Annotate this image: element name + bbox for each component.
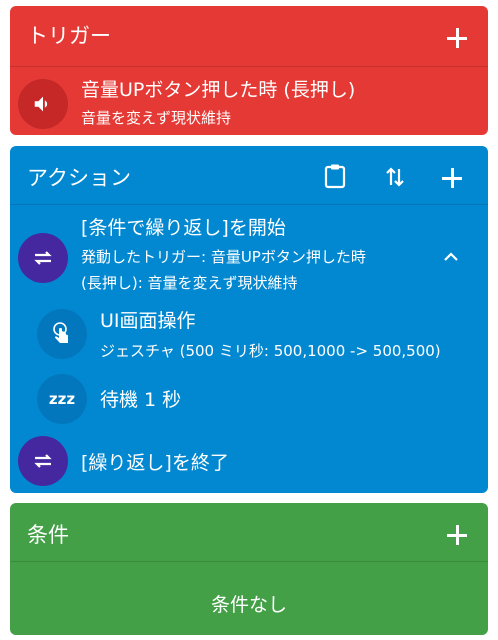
action-item-title: UI画面操作 <box>100 310 196 332</box>
trigger-card: トリガー 音量UPボタン押した時 (長押し) 音量を変えず現状維持 <box>10 6 488 135</box>
add-trigger-button[interactable] <box>446 27 468 49</box>
trigger-item-title: 音量UPボタン押した時 (長押し) <box>81 79 356 101</box>
touch-icon <box>37 309 87 359</box>
sleep-icon: zzz <box>37 374 87 424</box>
trigger-title: トリガー <box>27 24 111 48</box>
add-condition-button[interactable] <box>446 524 468 546</box>
repeat-icon <box>18 436 68 486</box>
action-title: アクション <box>27 166 131 190</box>
action-item-title: 待機 1 秒 <box>100 389 182 411</box>
divider <box>10 204 488 205</box>
conditions-card: 条件 条件なし <box>10 503 488 635</box>
trigger-item-subtitle: 音量を変えず現状維持 <box>81 109 232 127</box>
repeat-icon <box>18 233 68 283</box>
action-card: アクション [条件で繰り返し]を開始 発動したトリガー: 音量UPボタン押した時… <box>10 146 488 493</box>
action-item-detail: (長押し): 音量を変えず現状維持 <box>81 274 298 292</box>
add-action-button[interactable] <box>441 167 463 189</box>
divider <box>10 66 488 67</box>
action-item-detail: ジェスチャ (500 ミリ秒: 500,1000 -> 500,500) <box>100 342 441 360</box>
action-item-title: [条件で繰り返し]を開始 <box>81 217 286 239</box>
conditions-title: 条件 <box>27 523 69 547</box>
conditions-header: 条件 <box>10 503 488 563</box>
volume-icon <box>18 79 68 129</box>
clipboard-icon[interactable] <box>323 163 347 189</box>
action-item-detail: 発動したトリガー: 音量UPボタン押した時 <box>81 248 366 266</box>
no-conditions-label: 条件なし <box>210 594 287 616</box>
divider <box>10 561 488 562</box>
chevron-up-icon[interactable] <box>442 248 460 261</box>
trigger-header: トリガー <box>10 6 488 66</box>
action-item-title: [繰り返し]を終了 <box>81 452 229 474</box>
reorder-icon[interactable] <box>384 165 406 189</box>
action-header: アクション <box>10 146 488 206</box>
